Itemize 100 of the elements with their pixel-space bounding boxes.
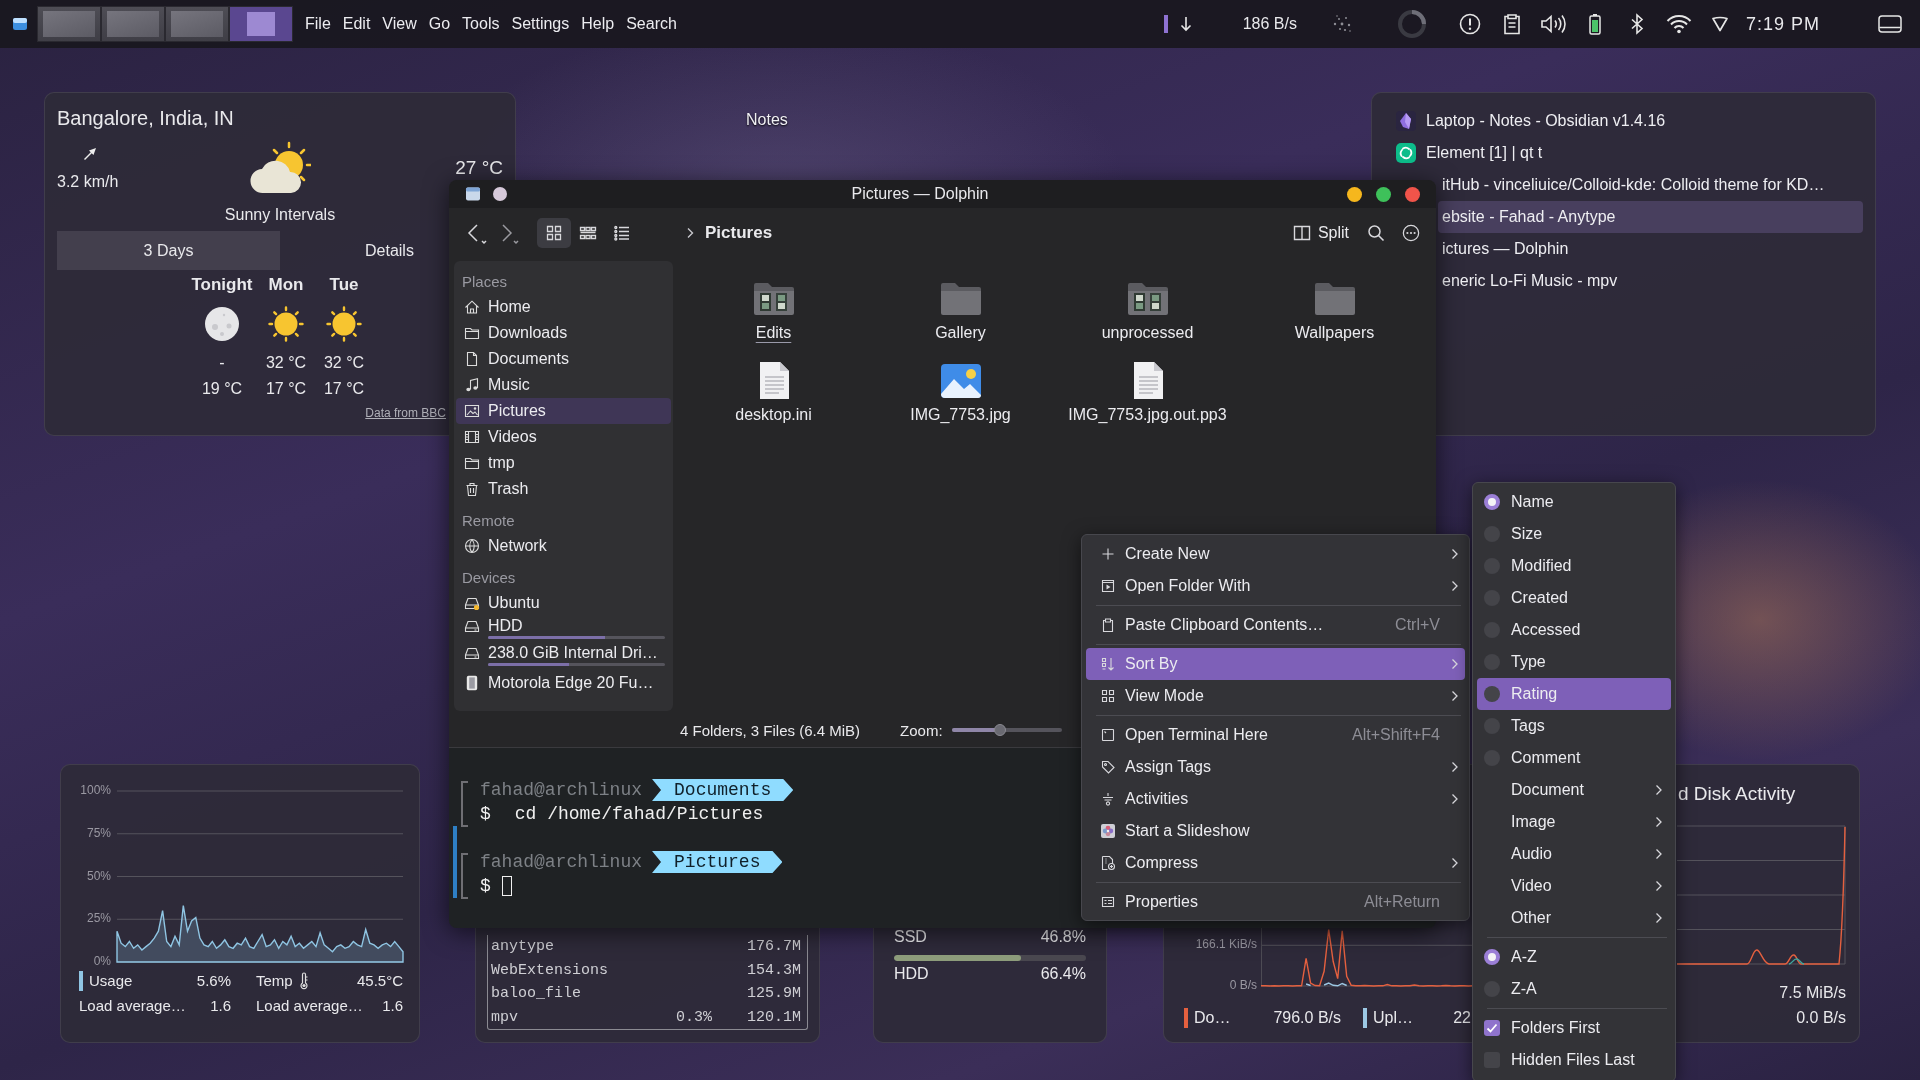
axis-tick-label: 25% — [86, 911, 111, 926]
close-button[interactable] — [1405, 186, 1420, 202]
alert-icon[interactable] — [1458, 13, 1481, 35]
radio-button[interactable] — [1484, 686, 1500, 702]
menu-item[interactable]: Help — [581, 13, 615, 35]
virtual-desktop[interactable] — [37, 6, 101, 42]
image-tile[interactable]: IMG_7753.jpg — [867, 361, 1054, 443]
sidebar-item[interactable]: 238.0 GiB Internal Dri… — [456, 643, 671, 670]
window-list-item[interactable]: Laptop - Notes - Obsidian v1.4.16 — [1384, 105, 1863, 137]
menu-item[interactable]: Create New — [1086, 538, 1465, 570]
virtual-desktop[interactable] — [101, 6, 165, 42]
process-name: anytype — [491, 938, 555, 956]
menu-item[interactable]: Name — [1477, 486, 1671, 518]
sidebar-item[interactable]: Trash — [456, 476, 671, 502]
folder-tile[interactable]: unprocessed — [1054, 279, 1241, 361]
folder-tile[interactable]: Gallery — [867, 279, 1054, 361]
document-tile[interactable]: desktop.ini — [680, 361, 867, 443]
menu-item[interactable]: Paste Clipboard Contents… Ctrl+V — [1086, 609, 1465, 641]
wifi-icon[interactable] — [1665, 14, 1692, 34]
weather-tab[interactable]: Details — [280, 231, 450, 270]
app-icon[interactable] — [465, 186, 481, 202]
folder-tile[interactable]: Edits — [680, 279, 867, 361]
menu-item[interactable]: Folders First — [1477, 1012, 1671, 1044]
launcher-icon[interactable] — [12, 16, 28, 32]
radio-button[interactable] — [1484, 494, 1500, 510]
menu-item[interactable]: Comment — [1477, 742, 1671, 774]
menu-item[interactable]: Created — [1477, 582, 1671, 614]
forecast-low: 17 °C — [265, 379, 307, 399]
menu-item[interactable]: Image — [1477, 806, 1671, 838]
menu-item[interactable]: Compress — [1086, 847, 1465, 879]
desktop-icon-label[interactable]: Notes — [746, 111, 788, 129]
minimize-button[interactable] — [1347, 186, 1362, 202]
virtual-desktop[interactable] — [229, 6, 293, 42]
menu-item[interactable]: Search — [626, 13, 677, 35]
menu-item[interactable]: View Mode — [1086, 680, 1465, 712]
menu-item[interactable]: Other — [1477, 902, 1671, 934]
document-tile[interactable]: IMG_7753.jpg.out.pp3 — [1054, 361, 1241, 443]
checkbox[interactable] — [1484, 1020, 1500, 1036]
menu-item[interactable]: Activities — [1086, 783, 1465, 815]
menu-item[interactable]: Modified — [1477, 550, 1671, 582]
sidebar-item[interactable]: Network — [456, 533, 671, 559]
menu-item[interactable]: Open Folder With — [1086, 570, 1465, 602]
weather-tab[interactable]: 3 Days — [57, 231, 280, 270]
menu-item[interactable]: Assign Tags — [1086, 751, 1465, 783]
menu-item[interactable]: Size — [1477, 518, 1671, 550]
window-list-item[interactable]: itHub - vinceliuice/Colloid-kde: Colloid theme for KD… — [1438, 169, 1863, 201]
source-link[interactable]: Data from BBC — [365, 406, 446, 420]
menu-item[interactable]: Type — [1477, 646, 1671, 678]
volume-icon[interactable] — [1539, 13, 1566, 35]
split-button[interactable]: Split — [1286, 218, 1355, 248]
sidebar-item[interactable]: Documents — [456, 346, 671, 372]
window-list-item[interactable]: ictures — Dolphin — [1438, 233, 1863, 265]
menu-item[interactable]: Hidden Files Last — [1477, 1044, 1671, 1076]
battery-icon[interactable] — [1588, 13, 1601, 35]
menu-item[interactable]: File — [305, 13, 331, 35]
menu-item[interactable]: Accessed — [1477, 614, 1671, 646]
menu-item[interactable]: Properties Alt+Return — [1086, 886, 1465, 918]
virtual-desktop[interactable] — [165, 6, 229, 42]
stat-value: 1.6 — [382, 997, 403, 1014]
sidebar-item[interactable]: Music — [456, 372, 671, 398]
keep-above-button[interactable] — [493, 187, 507, 201]
menu-item[interactable]: Document — [1477, 774, 1671, 806]
clock[interactable]: 7:19 PM — [1745, 13, 1820, 35]
menu-item[interactable]: Settings — [511, 13, 570, 35]
menu-item[interactable]: A-Z — [1477, 941, 1671, 973]
slider-handle[interactable] — [993, 724, 1006, 736]
menu-item[interactable]: View — [382, 13, 417, 35]
icons-view-button[interactable] — [537, 218, 571, 248]
sidebar-item[interactable]: Ubuntu — [456, 590, 671, 616]
sidebar-item[interactable]: Videos — [456, 424, 671, 450]
menu-item[interactable]: Go — [428, 13, 451, 35]
menu-item[interactable]: Start a Slideshow — [1086, 815, 1465, 847]
chevron-right-icon — [1655, 816, 1663, 828]
sidebar-item[interactable]: tmp — [456, 450, 671, 476]
screen-icon[interactable] — [1878, 14, 1902, 34]
menu-item[interactable]: Tools — [462, 13, 500, 35]
sidebar-item[interactable]: Pictures — [456, 398, 671, 424]
menu-item[interactable]: Tags — [1477, 710, 1671, 742]
sidebar-item[interactable]: HDD — [456, 616, 671, 643]
window-list-item[interactable]: ebsite - Fahad - Anytype — [1438, 201, 1863, 233]
sidebar-item[interactable]: Motorola Edge 20 Fu… — [456, 670, 671, 696]
maximize-button[interactable] — [1376, 186, 1391, 202]
window-list-item[interactable]: eneric Lo-Fi Music - mpv — [1438, 265, 1863, 297]
menu-item[interactable]: Z-A — [1477, 973, 1671, 1005]
menu-item[interactable]: Rating — [1477, 678, 1671, 710]
breadcrumb-item[interactable]: Pictures — [705, 223, 773, 243]
sidebar-item[interactable]: Home — [456, 294, 671, 320]
menu-item[interactable]: Video — [1477, 870, 1671, 902]
triangle-icon[interactable] — [1709, 15, 1730, 33]
menu-item[interactable]: Audio — [1477, 838, 1671, 870]
menu-item[interactable]: Open Terminal Here Alt+Shift+F4 — [1086, 719, 1465, 751]
menu-item[interactable]: Edit — [342, 13, 371, 35]
forecast-day: Tonight — [191, 276, 253, 294]
radio-button[interactable] — [1484, 949, 1500, 965]
folder-tile[interactable]: Wallpapers — [1241, 279, 1428, 361]
stat-label: Temp — [256, 972, 293, 989]
progress-ring-icon[interactable] — [1396, 9, 1427, 39]
menu-item[interactable]: Sort By — [1086, 648, 1465, 680]
sidebar-item[interactable]: Downloads — [456, 320, 671, 346]
window-list-item[interactable]: Element [1] | qt t — [1384, 137, 1863, 169]
